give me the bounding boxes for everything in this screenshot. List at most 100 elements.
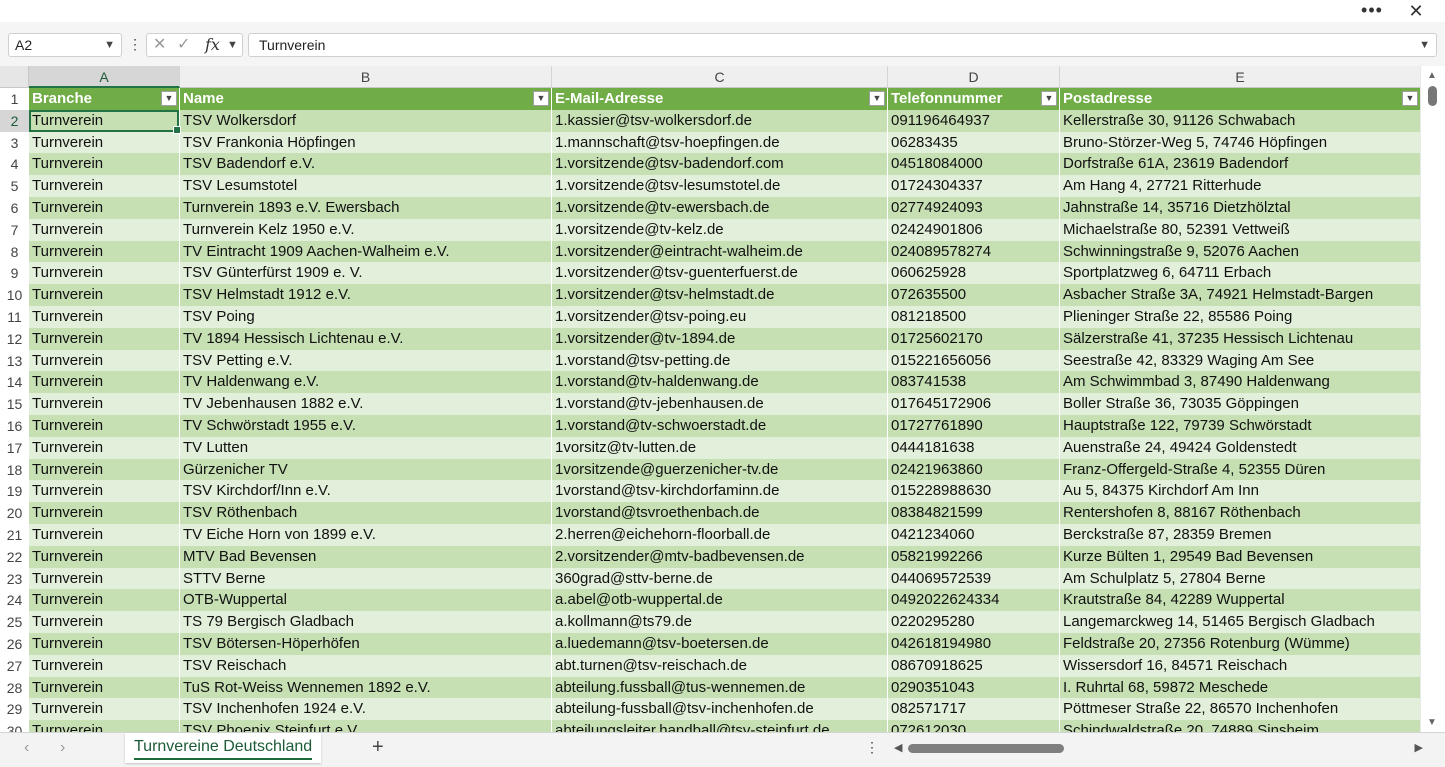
table-cell[interactable]: 06283435 bbox=[888, 131, 1060, 154]
table-cell[interactable]: 0290351043 bbox=[888, 676, 1060, 699]
filter-dropdown-icon[interactable]: ▼ bbox=[1402, 91, 1418, 106]
table-cell[interactable]: TV 1894 Hessisch Lichtenau e.V. bbox=[180, 327, 552, 350]
row-header[interactable]: 15 bbox=[0, 393, 29, 415]
row-header[interactable]: 18 bbox=[0, 458, 29, 481]
row-header[interactable]: 27 bbox=[0, 654, 29, 677]
column-header-d[interactable]: D bbox=[888, 66, 1060, 88]
chevron-down-icon[interactable]: ▼ bbox=[227, 34, 238, 56]
table-cell[interactable]: 1.vorstand@tsv-petting.de bbox=[552, 349, 888, 372]
table-cell[interactable]: 08384821599 bbox=[888, 502, 1060, 524]
scroll-thumb[interactable] bbox=[1428, 86, 1437, 106]
table-cell[interactable]: Turnverein bbox=[29, 502, 180, 524]
column-header-a[interactable]: A bbox=[29, 66, 180, 88]
table-cell[interactable]: 1.vorsitzender@eintracht-walheim.de bbox=[552, 240, 888, 263]
more-options-icon[interactable]: ••• bbox=[1357, 0, 1387, 22]
table-cell[interactable]: 024089578274 bbox=[888, 240, 1060, 263]
row-header[interactable]: 7 bbox=[0, 218, 29, 241]
row-header[interactable]: 17 bbox=[0, 436, 29, 459]
vertical-dots-icon[interactable]: ⋮ bbox=[865, 739, 879, 756]
row-header[interactable]: 5 bbox=[0, 175, 29, 197]
row-header[interactable]: 23 bbox=[0, 567, 29, 590]
table-cell[interactable]: Turnverein bbox=[29, 240, 180, 263]
previous-sheet-icon[interactable]: ‹ bbox=[24, 739, 29, 757]
table-cell[interactable]: Turnverein bbox=[29, 262, 180, 285]
row-header[interactable]: 21 bbox=[0, 524, 29, 546]
table-cell[interactable]: 02424901806 bbox=[888, 218, 1060, 241]
table-cell[interactable]: Turnverein bbox=[29, 567, 180, 590]
table-cell[interactable]: Rentershofen 8, 88167 Röthenbach bbox=[1060, 502, 1421, 524]
table-cell[interactable]: TS 79 Bergisch Gladbach bbox=[180, 611, 552, 633]
row-header[interactable]: 6 bbox=[0, 197, 29, 219]
table-cell[interactable]: TSV Petting e.V. bbox=[180, 349, 552, 372]
table-cell[interactable]: Turnverein bbox=[29, 436, 180, 459]
table-cell[interactable]: 1.vorsitzende@tv-ewersbach.de bbox=[552, 197, 888, 219]
table-cell[interactable]: Turnverein bbox=[29, 589, 180, 612]
table-cell[interactable]: 1vorsitz@tv-lutten.de bbox=[552, 436, 888, 459]
table-cell[interactable]: Schwinningstraße 9, 52076 Aachen bbox=[1060, 240, 1421, 263]
table-cell[interactable]: TSV Bötersen-Höperhöfen bbox=[180, 633, 552, 655]
table-cell[interactable]: abteilung.fussball@tus-wennemen.de bbox=[552, 676, 888, 699]
vertical-scrollbar[interactable]: ▲ ▼ bbox=[1420, 66, 1445, 732]
table-cell[interactable]: 091196464937 bbox=[888, 109, 1060, 132]
table-cell[interactable]: TSV Lesumstotel bbox=[180, 175, 552, 197]
row-header[interactable]: 9 bbox=[0, 262, 29, 285]
table-cell[interactable]: 01725602170 bbox=[888, 327, 1060, 350]
row-header[interactable]: 2 bbox=[0, 109, 29, 132]
row-header[interactable]: 14 bbox=[0, 371, 29, 394]
table-cell[interactable]: Franz-Offergeld-Straße 4, 52355 Düren bbox=[1060, 458, 1421, 481]
table-cell[interactable]: abteilung-fussball@tsv-inchenhofen.de bbox=[552, 698, 888, 721]
table-cell[interactable]: TV Schwörstadt 1955 e.V. bbox=[180, 415, 552, 437]
table-cell[interactable]: Am Schwimmbad 3, 87490 Haldenwang bbox=[1060, 371, 1421, 394]
table-cell[interactable]: TV Jebenhausen 1882 e.V. bbox=[180, 393, 552, 415]
table-cell[interactable]: TV Eiche Horn von 1899 e.V. bbox=[180, 524, 552, 546]
table-cell[interactable]: 01727761890 bbox=[888, 415, 1060, 437]
table-cell[interactable]: Au 5, 84375 Kirchdorf Am Inn bbox=[1060, 480, 1421, 503]
scroll-up-icon[interactable]: ▲ bbox=[1427, 70, 1437, 81]
filter-dropdown-icon[interactable]: ▼ bbox=[161, 91, 177, 106]
table-cell[interactable]: 1.vorsitzende@tsv-badendorf.com bbox=[552, 153, 888, 176]
enter-icon[interactable]: ✓ bbox=[177, 34, 190, 56]
table-cell[interactable]: 08670918625 bbox=[888, 654, 1060, 677]
table-cell[interactable]: TV Eintracht 1909 Aachen-Walheim e.V. bbox=[180, 240, 552, 263]
table-cell[interactable]: 072612030 bbox=[888, 720, 1060, 732]
table-cell[interactable]: Turnverein bbox=[29, 349, 180, 372]
row-header[interactable]: 20 bbox=[0, 502, 29, 524]
table-cell[interactable]: Bruno-Störzer-Weg 5, 74746 Höpfingen bbox=[1060, 131, 1421, 154]
row-header[interactable]: 13 bbox=[0, 349, 29, 372]
row-header[interactable]: 4 bbox=[0, 153, 29, 176]
table-cell[interactable]: Asbacher Straße 3A, 74921 Helmstadt-Barg… bbox=[1060, 284, 1421, 306]
row-header[interactable]: 16 bbox=[0, 415, 29, 437]
table-cell[interactable]: Wissersdorf 16, 84571 Reischach bbox=[1060, 654, 1421, 677]
table-cell[interactable]: Jahnstraße 14, 35716 Dietzhölztal bbox=[1060, 197, 1421, 219]
row-header[interactable]: 22 bbox=[0, 545, 29, 568]
table-cell[interactable]: Auenstraße 24, 49424 Goldenstedt bbox=[1060, 436, 1421, 459]
table-cell[interactable]: 1.kassier@tsv-wolkersdorf.de bbox=[552, 109, 888, 132]
table-cell[interactable]: 05821992266 bbox=[888, 545, 1060, 568]
next-sheet-icon[interactable]: › bbox=[60, 739, 65, 757]
filter-dropdown-icon[interactable]: ▼ bbox=[869, 91, 885, 106]
table-cell[interactable]: 1.vorstand@tv-jebenhausen.de bbox=[552, 393, 888, 415]
table-cell[interactable]: Turnverein bbox=[29, 458, 180, 481]
filter-dropdown-icon[interactable]: ▼ bbox=[1041, 91, 1057, 106]
table-cell[interactable]: TV Lutten bbox=[180, 436, 552, 459]
table-cell[interactable]: 082571717 bbox=[888, 698, 1060, 721]
table-cell[interactable]: Turnverein bbox=[29, 698, 180, 721]
table-cell[interactable]: Pöttmeser Straße 22, 86570 Inchenhofen bbox=[1060, 698, 1421, 721]
table-cell[interactable]: 360grad@sttv-berne.de bbox=[552, 567, 888, 590]
table-cell[interactable]: TSV Inchenhofen 1924 e.V. bbox=[180, 698, 552, 721]
table-cell[interactable]: Sportplatzweg 6, 64711 Erbach bbox=[1060, 262, 1421, 285]
table-cell[interactable]: Turnverein bbox=[29, 480, 180, 503]
table-cell[interactable]: 0421234060 bbox=[888, 524, 1060, 546]
table-cell[interactable]: Turnverein bbox=[29, 545, 180, 568]
table-cell[interactable]: abt.turnen@tsv-reischach.de bbox=[552, 654, 888, 677]
name-box[interactable]: A2 ▼ bbox=[8, 33, 122, 57]
table-cell[interactable]: Hauptstraße 122, 79739 Schwörstadt bbox=[1060, 415, 1421, 437]
table-cell[interactable]: a.luedemann@tsv-boetersen.de bbox=[552, 633, 888, 655]
table-cell[interactable]: Turnverein bbox=[29, 197, 180, 219]
chevron-down-icon[interactable]: ▼ bbox=[104, 34, 115, 56]
header-cell[interactable]: Branche ▼ bbox=[29, 88, 180, 110]
table-cell[interactable]: Turnverein bbox=[29, 371, 180, 394]
formula-input[interactable]: Turnverein ▼ bbox=[248, 33, 1437, 57]
table-cell[interactable]: Krautstraße 84, 42289 Wuppertal bbox=[1060, 589, 1421, 612]
table-cell[interactable]: MTV Bad Bevensen bbox=[180, 545, 552, 568]
